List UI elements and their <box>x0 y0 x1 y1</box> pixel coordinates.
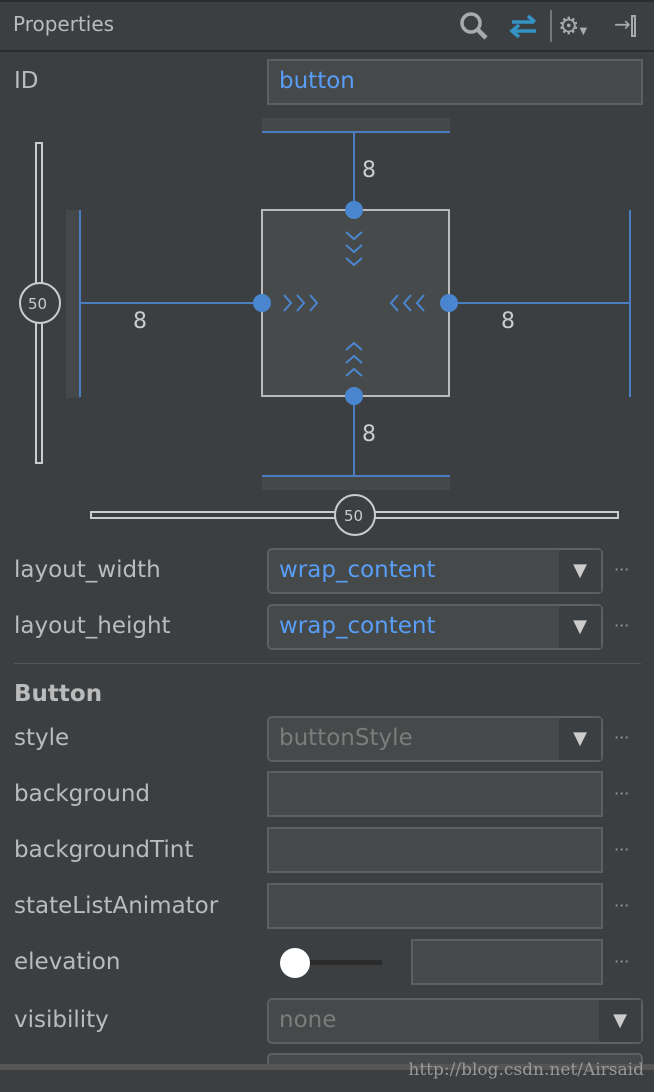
section-title: Button <box>14 681 103 707</box>
swap-icon[interactable] <box>506 10 542 48</box>
background-label: background <box>14 781 151 807</box>
horizontal-bias-value[interactable]: 50 <box>344 507 363 525</box>
style-value: buttonStyle <box>279 725 413 751</box>
layout-height-label: layout_height <box>14 613 171 639</box>
more-button[interactable]: ··· <box>614 952 629 971</box>
pin-icon[interactable]: → <box>614 12 636 37</box>
bottom-margin-value[interactable]: 8 <box>362 422 376 447</box>
elevation-input[interactable] <box>411 939 603 985</box>
watermark: http://blog.csdn.net/Airsaid <box>408 1060 644 1080</box>
more-button[interactable]: ··· <box>614 840 629 859</box>
divider <box>550 10 552 42</box>
state-list-animator-label: stateListAnimator <box>14 893 219 919</box>
elevation-slider-thumb[interactable] <box>280 948 310 978</box>
top-margin-value[interactable]: 8 <box>362 158 376 183</box>
more-button[interactable]: ··· <box>614 728 629 747</box>
constraint-widget <box>19 118 631 536</box>
more-button[interactable]: ··· <box>614 784 629 803</box>
top-margin-bar <box>262 118 450 132</box>
left-margin-value[interactable]: 8 <box>133 309 147 334</box>
chevron-down-icon: ▼ <box>599 1000 641 1042</box>
id-input[interactable]: button <box>267 59 643 105</box>
left-anchor <box>253 294 271 312</box>
layout-height-dropdown[interactable]: wrap_content ▼ <box>267 604 603 650</box>
state-list-animator-input[interactable] <box>267 883 603 929</box>
visibility-dropdown[interactable]: none ▼ <box>267 998 643 1044</box>
style-label: style <box>14 725 70 751</box>
chevron-down-icon: ▼ <box>559 718 601 760</box>
bottom-margin-bar <box>262 476 450 490</box>
right-anchor <box>440 294 458 312</box>
gear-icon[interactable]: ⚙▼ <box>558 12 587 40</box>
panel-title: Properties <box>13 12 115 36</box>
more-button[interactable]: ··· <box>614 616 629 635</box>
background-input[interactable] <box>267 771 603 817</box>
divider <box>14 663 641 664</box>
more-button[interactable]: ··· <box>614 896 629 915</box>
visibility-value: none <box>279 1007 337 1033</box>
visibility-label: visibility <box>14 1007 109 1033</box>
id-label: ID <box>14 68 39 94</box>
chevron-down-icon: ▼ <box>559 606 601 648</box>
top-anchor <box>345 201 363 219</box>
style-dropdown[interactable]: buttonStyle ▼ <box>267 716 603 762</box>
elevation-label: elevation <box>14 949 121 975</box>
search-icon[interactable] <box>458 10 490 48</box>
bottom-anchor <box>345 387 363 405</box>
chevron-down-icon: ▼ <box>559 550 601 592</box>
layout-height-value: wrap_content <box>279 613 436 639</box>
background-tint-input[interactable] <box>267 827 603 873</box>
layout-width-dropdown[interactable]: wrap_content ▼ <box>267 548 603 594</box>
background-tint-label: backgroundTint <box>14 837 194 863</box>
right-margin-value[interactable]: 8 <box>501 309 515 334</box>
left-margin-bar <box>66 210 80 398</box>
layout-width-value: wrap_content <box>279 557 436 583</box>
layout-width-label: layout_width <box>14 557 161 583</box>
vertical-bias-value[interactable]: 50 <box>28 295 47 313</box>
more-button[interactable]: ··· <box>614 560 629 579</box>
